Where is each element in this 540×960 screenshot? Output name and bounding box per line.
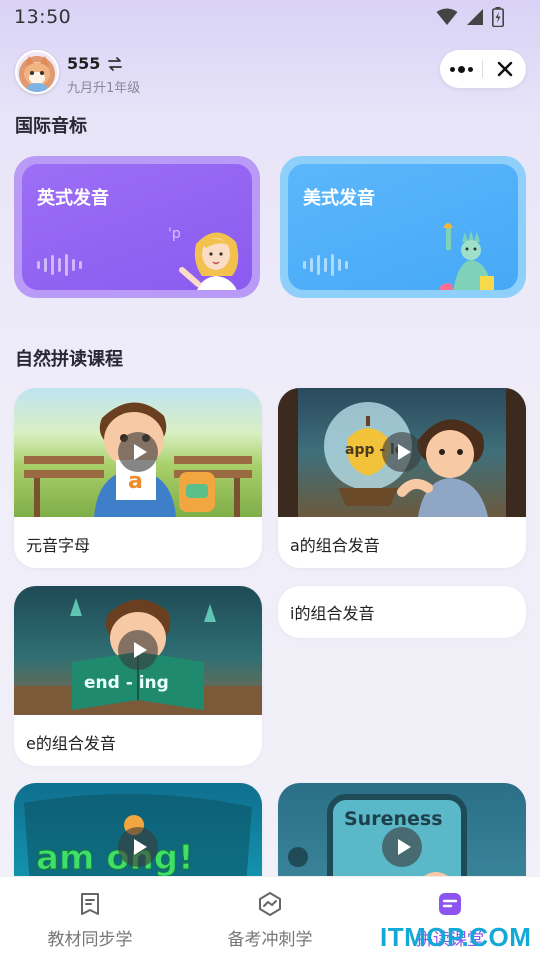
girl-illustration-icon: 'p xyxy=(168,226,239,290)
cat-avatar-icon xyxy=(24,56,50,92)
play-button[interactable] xyxy=(118,827,158,867)
status-bar: 13:50 xyxy=(0,0,540,34)
more-dot-icon xyxy=(449,66,455,72)
watermark: ITMOP.COM xyxy=(380,922,532,952)
more-dot-icon xyxy=(467,66,473,72)
thumb-text: a xyxy=(128,469,143,494)
more-dot-icon xyxy=(457,65,465,73)
play-button[interactable] xyxy=(118,432,158,472)
thumb-text: am ong! xyxy=(36,838,194,878)
book-icon xyxy=(81,893,99,915)
avatar[interactable] xyxy=(15,50,59,94)
status-time: 13:50 xyxy=(14,6,72,28)
sound-wave-icon xyxy=(303,254,348,276)
thumb-text: Sureness xyxy=(344,808,443,830)
svg-text:'p: 'p xyxy=(168,226,181,242)
course-card-a-combination[interactable]: app - le a的组合发音 xyxy=(278,388,526,568)
course-card-vowels[interactable]: a 元音字母 xyxy=(14,388,262,568)
phonics-section-title: 自然拼读课程 xyxy=(15,349,123,370)
american-card-inner: 美式发音 xyxy=(288,164,518,290)
british-pronunciation-card[interactable]: 英式发音 'p xyxy=(14,156,260,298)
trend-icon xyxy=(259,892,281,916)
course-thumbnail: app - le xyxy=(278,388,526,517)
battery-outline-fix xyxy=(488,5,500,25)
play-button[interactable] xyxy=(118,630,158,670)
course-thumbnail: end - ing xyxy=(14,586,262,715)
british-card-label: 英式发音 xyxy=(37,188,109,209)
mini-program-capsule xyxy=(440,50,526,88)
course-title: e的组合发音 xyxy=(26,734,116,753)
american-pronunciation-card[interactable]: 美式发音 xyxy=(280,156,526,298)
more-button[interactable] xyxy=(440,50,482,88)
close-icon xyxy=(497,61,512,77)
course-card-i-combination[interactable]: i的组合发音 xyxy=(278,586,526,638)
course-title: i的组合发音 xyxy=(290,604,375,623)
play-button[interactable] xyxy=(382,827,422,867)
course-card-e-combination[interactable]: end - ing e的组合发音 xyxy=(14,586,262,766)
british-card-inner: 英式发音 'p xyxy=(22,164,252,290)
note-icon xyxy=(439,893,461,915)
close-button[interactable] xyxy=(483,50,526,88)
user-name: 555 xyxy=(67,54,101,73)
user-grade: 九月升1年级 xyxy=(67,81,141,96)
play-button[interactable] xyxy=(382,432,422,472)
sound-wave-icon xyxy=(37,254,82,276)
thumb-text: end - ing xyxy=(84,673,169,693)
statue-of-liberty-icon xyxy=(438,223,494,290)
phonetics-section-title: 国际音标 xyxy=(15,116,87,137)
tab-label: 备考冲刺学 xyxy=(227,930,313,950)
signal-icon xyxy=(467,9,483,25)
switch-icon[interactable] xyxy=(107,56,123,72)
course-title: a的组合发音 xyxy=(290,536,380,555)
american-card-label: 美式发音 xyxy=(303,188,375,209)
course-title: 元音字母 xyxy=(26,536,91,555)
course-thumbnail: a xyxy=(14,388,262,517)
tab-textbook-sync[interactable]: 教材同步学 xyxy=(0,877,180,960)
tab-label: 教材同步学 xyxy=(47,930,133,950)
tab-exam-sprint[interactable]: 备考冲刺学 xyxy=(180,877,360,960)
wifi-icon xyxy=(436,8,458,25)
